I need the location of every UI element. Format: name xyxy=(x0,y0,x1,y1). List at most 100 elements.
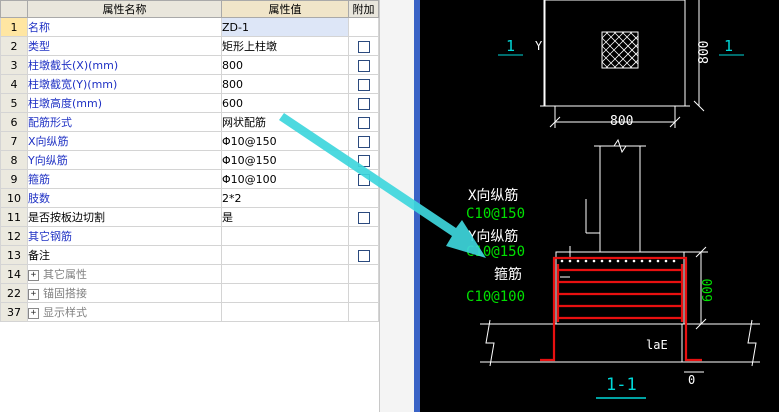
property-name: Y向纵筋 xyxy=(28,154,68,167)
property-name-cell[interactable]: 名称 xyxy=(27,17,222,37)
extra-cell xyxy=(348,302,379,322)
stirrup-value: C10@100 xyxy=(466,289,525,305)
property-name-cell[interactable]: 类型 xyxy=(27,36,222,56)
extra-cell[interactable] xyxy=(348,169,379,189)
table-row[interactable]: 5 柱墩高度(mm) 600 xyxy=(0,93,379,113)
property-name-cell[interactable]: 肢数 xyxy=(27,188,222,208)
property-value-cell[interactable]: 600 xyxy=(221,93,349,113)
property-value-cell[interactable] xyxy=(221,264,349,284)
header-extra[interactable]: 附加 xyxy=(348,0,379,18)
table-row[interactable]: 4 柱墩截宽(Y)(mm) 800 xyxy=(0,74,379,94)
table-row[interactable]: 14 + 其它属性 xyxy=(0,264,379,284)
table-row[interactable]: 6 配筋形式 网状配筋 xyxy=(0,112,379,132)
extra-checkbox[interactable] xyxy=(357,154,370,167)
extra-checkbox[interactable] xyxy=(357,249,370,262)
extra-cell[interactable] xyxy=(348,131,379,151)
plan-section-mark-left: 1 xyxy=(506,37,515,55)
hatch-line xyxy=(601,61,609,69)
expand-icon[interactable]: + xyxy=(28,269,39,281)
header-property-name[interactable]: 属性名称 xyxy=(27,0,222,18)
table-row[interactable]: 8 Y向纵筋 Φ10@150 xyxy=(0,150,379,170)
header-property-value[interactable]: 属性值 xyxy=(221,0,349,18)
property-name-cell[interactable]: 柱墩高度(mm) xyxy=(27,93,222,113)
extra-cell[interactable] xyxy=(348,74,379,94)
plan-pier-outline xyxy=(544,0,686,107)
extra-cell[interactable] xyxy=(348,207,379,227)
expand-icon[interactable]: + xyxy=(28,307,39,319)
property-value-cell[interactable]: 800 xyxy=(221,74,349,94)
property-value-cell[interactable]: 800 xyxy=(221,55,349,75)
property-name: 类型 xyxy=(28,40,51,53)
property-name-cell[interactable]: 柱墩截长(X)(mm) xyxy=(27,55,222,75)
property-value-cell[interactable]: Φ10@150 xyxy=(221,131,349,151)
cad-drawing: 1 1 Y 800 800 X向纵筋 C10@150 Y向纵筋 C10@150 … xyxy=(466,0,760,399)
pier-section-outline xyxy=(555,251,685,325)
property-name: 柱墩截宽(Y)(mm) xyxy=(28,78,118,91)
table-row[interactable]: 2 类型 矩形上柱墩 xyxy=(0,36,379,56)
extra-cell[interactable] xyxy=(348,150,379,170)
property-name-cell[interactable]: 是否按板边切割 xyxy=(27,207,222,227)
table-row[interactable]: 22 + 锚固搭接 xyxy=(0,283,379,303)
extra-checkbox[interactable] xyxy=(357,59,370,72)
plan-dim-vertical: 800 xyxy=(697,41,712,64)
property-name-cell[interactable]: 柱墩截宽(Y)(mm) xyxy=(27,74,222,94)
table-row[interactable]: 7 X向纵筋 Φ10@150 xyxy=(0,131,379,151)
row-number: 10 xyxy=(0,188,28,208)
plan-dim-horizontal: 800 xyxy=(610,114,633,129)
property-name-cell[interactable]: X向纵筋 xyxy=(27,131,222,151)
property-value-cell[interactable]: Φ10@150 xyxy=(221,150,349,170)
extra-checkbox[interactable] xyxy=(357,40,370,53)
table-row[interactable]: 11 是否按板边切割 是 xyxy=(0,207,379,227)
property-name-cell[interactable]: 箍筋 xyxy=(27,169,222,189)
rebar-dot xyxy=(664,259,668,263)
property-name-cell[interactable]: + 其它属性 xyxy=(27,264,222,284)
extra-checkbox[interactable] xyxy=(357,97,370,110)
property-value-cell[interactable] xyxy=(221,283,349,303)
break-symbol xyxy=(747,319,757,367)
property-value-cell[interactable]: ZD-1 xyxy=(221,17,349,37)
anchor-label: laE xyxy=(646,338,668,352)
row-number: 1 xyxy=(0,17,28,37)
property-value-cell[interactable] xyxy=(221,226,349,246)
extra-cell[interactable] xyxy=(348,36,379,56)
plan-y-label: Y xyxy=(535,39,543,53)
property-value-cell[interactable] xyxy=(221,245,349,265)
property-name-cell[interactable]: Y向纵筋 xyxy=(27,150,222,170)
property-name: 柱墩截长(X)(mm) xyxy=(28,59,119,72)
property-name: 备注 xyxy=(28,249,51,262)
property-value-cell[interactable]: 是 xyxy=(221,207,349,227)
property-name-cell[interactable]: + 锚固搭接 xyxy=(27,283,222,303)
extra-cell[interactable] xyxy=(348,245,379,265)
property-name-cell[interactable]: + 显示样式 xyxy=(27,302,222,322)
extra-checkbox[interactable] xyxy=(357,211,370,224)
property-name-cell[interactable]: 备注 xyxy=(27,245,222,265)
extra-checkbox[interactable] xyxy=(357,78,370,91)
property-value-cell[interactable]: Φ10@100 xyxy=(221,169,349,189)
extra-checkbox[interactable] xyxy=(357,116,370,129)
table-row[interactable]: 13 备注 xyxy=(0,245,379,265)
expand-icon[interactable]: + xyxy=(28,288,39,300)
extra-checkbox[interactable] xyxy=(357,173,370,186)
table-row[interactable]: 10 肢数 2*2 xyxy=(0,188,379,208)
property-value-cell[interactable] xyxy=(221,302,349,322)
property-name: 是否按板边切割 xyxy=(28,211,106,224)
table-row[interactable]: 37 + 显示样式 xyxy=(0,302,379,322)
property-name-cell[interactable]: 其它钢筋 xyxy=(27,226,222,246)
table-row[interactable]: 3 柱墩截长(X)(mm) 800 xyxy=(0,55,379,75)
property-value-cell[interactable]: 矩形上柱墩 xyxy=(221,36,349,56)
row-number: 6 xyxy=(0,112,28,132)
property-grid: 属性名称 属性值 附加 1 名称 ZD-1 2 类型 矩形上柱墩 3 柱墩截长(X)(mm) 8… xyxy=(0,0,379,322)
extra-cell[interactable] xyxy=(348,93,379,113)
extra-checkbox[interactable] xyxy=(357,135,370,148)
rebar-outer xyxy=(540,256,702,362)
cad-canvas[interactable]: 1 1 Y 800 800 X向纵筋 C10@150 Y向纵筋 C10@150 … xyxy=(420,0,779,412)
table-row[interactable]: 9 箍筋 Φ10@100 xyxy=(0,169,379,189)
extra-cell[interactable] xyxy=(348,55,379,75)
property-value-cell[interactable]: 2*2 xyxy=(221,188,349,208)
table-row[interactable]: 1 名称 ZD-1 xyxy=(0,17,379,37)
table-row[interactable]: 12 其它钢筋 xyxy=(0,226,379,246)
property-name: X向纵筋 xyxy=(28,135,69,148)
extra-cell[interactable] xyxy=(348,112,379,132)
property-value-cell[interactable]: 网状配筋 xyxy=(221,112,349,132)
property-name-cell[interactable]: 配筋形式 xyxy=(27,112,222,132)
